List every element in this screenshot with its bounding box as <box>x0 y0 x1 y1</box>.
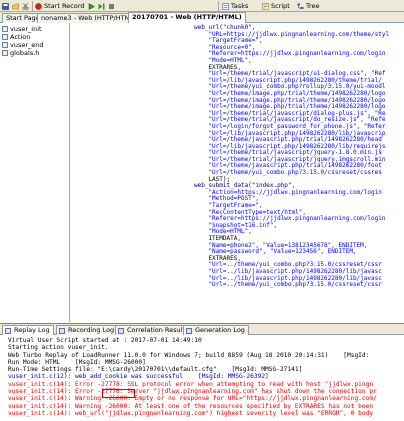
tree-item-action[interactable]: Action <box>0 33 69 41</box>
tab-label: 20170701 - Web (HTTP/HTML) <box>132 13 242 21</box>
log-line: vuser_init.c(14): Error -27776: Server "… <box>8 388 377 396</box>
tab-label: Recording Log <box>68 326 115 334</box>
tab-label: Replay Log <box>14 326 50 334</box>
tree-view-button[interactable]: Tree <box>297 1 320 11</box>
tree-item-globals[interactable]: globals.h <box>0 49 69 57</box>
stop-icon <box>109 3 114 9</box>
log-line: vuser_init.c(14): Warning -26000: Empty … <box>8 395 377 403</box>
file-icon <box>2 34 8 40</box>
tab-label: Start Page <box>6 14 40 22</box>
tree-item-label: globals.h <box>10 49 40 57</box>
output-tabbar: Replay Log Recording Log Correlation Res… <box>0 324 404 335</box>
generation-log-icon <box>186 328 192 334</box>
log-line: vuser_init.c(12): web_add_cookie was suc… <box>8 373 269 381</box>
tab-label: Generation Log <box>195 326 245 334</box>
save-button[interactable] <box>2 1 9 11</box>
log-line: vuser_init.c(14): web_url("jjdlwx.pingna… <box>8 409 374 417</box>
tree-item-label: vuser_end <box>10 41 44 49</box>
save-icon <box>2 2 9 10</box>
script-editor[interactable]: web_url("chunk0", "URL=https://jjdlwx.pi… <box>70 23 404 322</box>
correlation-icon <box>118 328 124 334</box>
log-line: vuser_init.c(14): Error -27778: SSL prot… <box>8 380 374 388</box>
record-icon <box>35 2 42 10</box>
start-record-button[interactable]: Start Record <box>35 1 84 11</box>
tasks-button[interactable]: Tasks <box>222 1 248 11</box>
step-icon <box>98 3 105 9</box>
log-line: Virtual User Script started at : 2017-07… <box>8 337 202 344</box>
tree-item-vuser-init[interactable]: vuser_init <box>0 25 69 33</box>
open-button[interactable] <box>12 1 19 11</box>
replay-log-output[interactable]: Virtual User Script started at : 2017-07… <box>0 335 404 421</box>
action-tree: vuser_init Action vuser_end globals.h <box>0 23 70 322</box>
cut-icon <box>22 2 29 10</box>
tree-icon <box>297 3 304 9</box>
script-icon <box>262 2 269 10</box>
stop-button[interactable] <box>108 1 115 11</box>
play-icon <box>88 2 95 10</box>
log-line: Run-Time Settings file: "E:\cardy\201707… <box>8 366 303 374</box>
recording-log-icon <box>59 328 65 334</box>
script-view-button[interactable]: Script <box>262 1 290 11</box>
log-text: Virtual User Script started at : 2017-07… <box>0 335 404 417</box>
tree-item-label: vuser_init <box>10 25 42 33</box>
toolbar: Start Record Tasks Script Tree <box>0 0 404 12</box>
document-tabbar: Start Page noname3 - Web (HTTP/HTML) 201… <box>0 12 404 23</box>
play-button[interactable] <box>88 1 95 11</box>
start-record-label: Start Record <box>44 2 85 10</box>
step-button[interactable] <box>98 1 105 11</box>
tab-label: Correlation Results <box>127 326 189 334</box>
tab-label: noname3 - Web (HTTP/HTML) <box>41 14 137 22</box>
tab-replay-log[interactable]: Replay Log <box>2 325 54 335</box>
cut-button[interactable] <box>22 1 29 11</box>
log-line: vuser_init.c(14): Warning -26000: At lea… <box>8 402 374 410</box>
error-code-highlight <box>102 389 135 398</box>
file-icon <box>2 26 8 32</box>
log-line: Web Turbo Replay of LoadRunner 11.0.0 fo… <box>8 351 370 359</box>
file-icon <box>2 42 8 48</box>
tab-recording-log[interactable]: Recording Log <box>56 325 119 335</box>
replay-log-icon <box>5 328 11 334</box>
tree-item-label: Action <box>10 33 31 41</box>
tab-generation-log[interactable]: Generation Log <box>183 325 249 335</box>
tree-label: Tree <box>306 2 320 10</box>
tasks-label: Tasks <box>231 2 249 10</box>
script-label: Script <box>271 2 290 10</box>
tasks-icon <box>222 2 229 10</box>
script-code: web_url("chunk0", "URL=https://jjdlwx.pi… <box>70 23 404 289</box>
tree-item-vuser-end[interactable]: vuser_end <box>0 41 69 49</box>
code-line: "Url=../theme/yui_combo.php?3.15.0/cssre… <box>194 281 382 289</box>
file-icon <box>2 50 8 56</box>
log-line: Starting action vuser_init. <box>8 344 109 352</box>
tab-20170701[interactable]: 20170701 - Web (HTTP/HTML) <box>128 12 246 23</box>
log-line: Run Mode: HTML [MsgId: MMSG-26000] <box>8 358 146 366</box>
open-icon <box>12 3 19 9</box>
tab-correlation-results[interactable]: Correlation Results <box>115 325 193 335</box>
tab-noname3[interactable]: noname3 - Web (HTTP/HTML) <box>37 13 141 23</box>
